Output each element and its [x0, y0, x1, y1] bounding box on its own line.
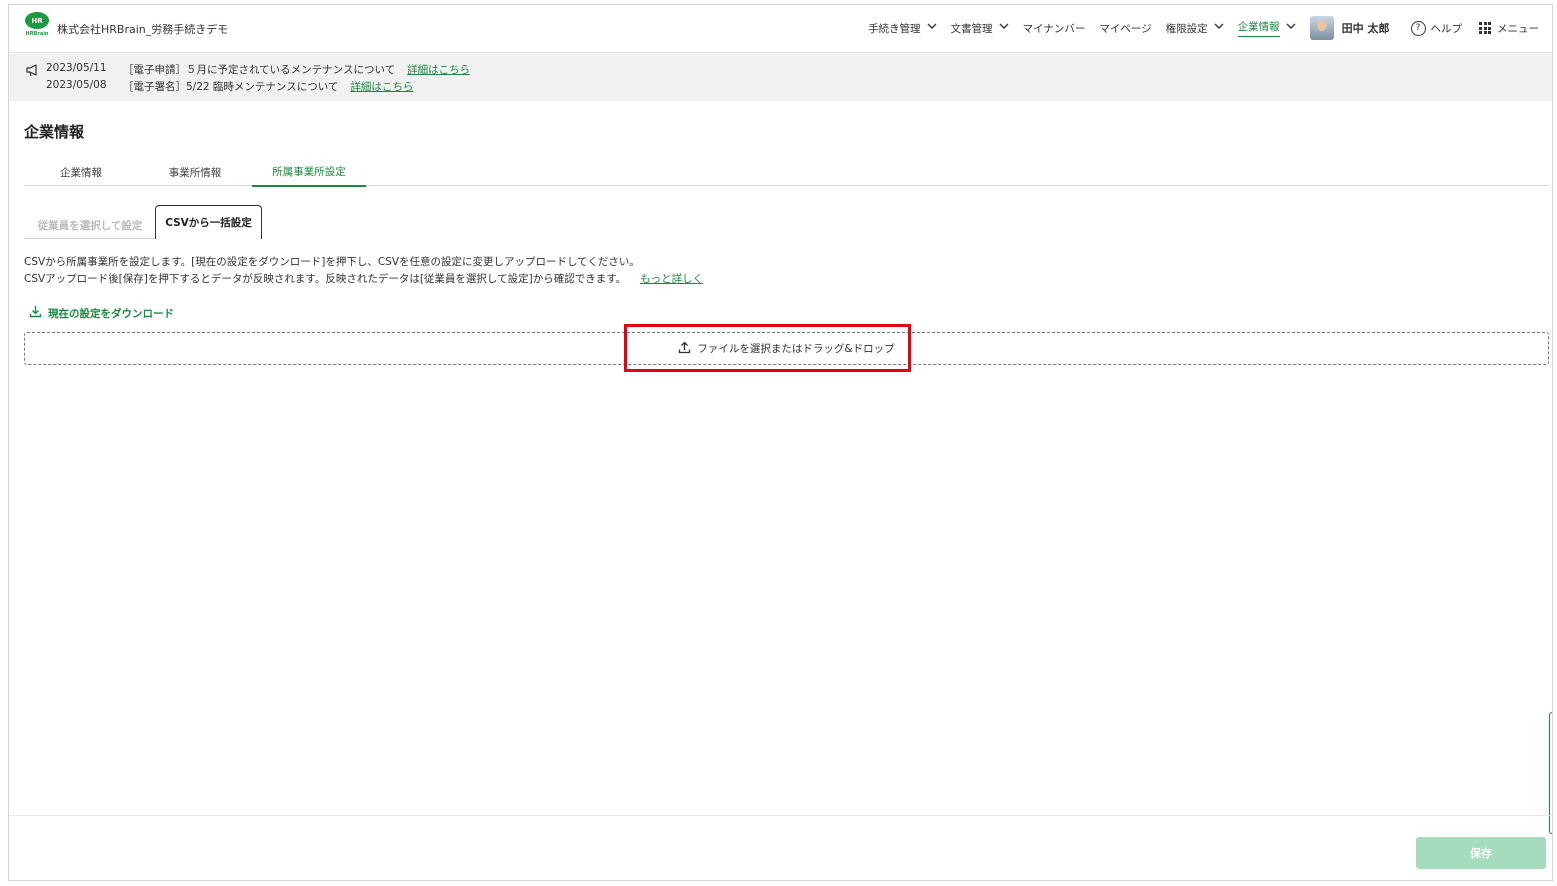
save-button[interactable]: 保存 — [1416, 837, 1546, 869]
nav-documents-label: 文書管理 — [950, 22, 993, 35]
chevron-down-icon — [999, 23, 1009, 33]
more-details-link[interactable]: もっと詳しく — [640, 273, 703, 285]
file-dropzone[interactable]: ファイルを選択またはドラッグ&ドロップ — [24, 332, 1549, 365]
subtab-select-employees[interactable]: 従業員を選択して設定 — [25, 212, 155, 239]
description-line2-text: CSVアップロード後[保存]を押下するとデータが反映されます。反映されたデータは… — [24, 273, 627, 285]
tab-company-info[interactable]: 企業情報 — [24, 158, 138, 186]
nav-company-info[interactable]: 企業情報 — [1231, 5, 1303, 51]
notice-item: 2023/05/11 ［電子申請］５月に予定されているメンテナンスについて 詳細… — [46, 62, 470, 77]
download-label: 現在の設定をダウンロード — [48, 307, 174, 320]
company-name: 株式会社HRBrain_労務手続きデモ — [57, 23, 229, 36]
logo-badge: HR — [25, 12, 49, 29]
nav-documents[interactable]: 文書管理 — [944, 5, 1016, 51]
nav-company-info-label: 企業情報 — [1237, 19, 1280, 37]
nav-mynumber[interactable]: マイナンバー — [1016, 5, 1093, 51]
megaphone-icon — [25, 63, 40, 77]
notice-message: ［電子署名］5/22 臨時メンテナンスについて — [123, 81, 339, 93]
description-line1: CSVから所属事業所を設定します。[現在の設定をダウンロード]を押下し、CSVを… — [24, 256, 640, 268]
upload-icon — [678, 341, 697, 357]
subtab-csv-bulk[interactable]: CSVから一括設定 — [155, 205, 262, 239]
hrbrain-logo[interactable]: HR HRBrain — [23, 12, 51, 42]
user-menu[interactable]: 田中 太郎 — [1303, 5, 1397, 51]
nav-mypage[interactable]: マイページ — [1092, 5, 1158, 51]
tab-office-info[interactable]: 事業所情報 — [138, 158, 252, 186]
page-tabs: 企業情報 事業所情報 所属事業所設定 — [24, 158, 1549, 187]
tab-office-assignment[interactable]: 所属事業所設定 — [252, 158, 366, 187]
notice-date: 2023/05/08 — [46, 79, 107, 91]
page-title: 企業情報 — [24, 123, 85, 141]
nav-procedures[interactable]: 手続き管理 — [861, 5, 944, 51]
notice-detail-link[interactable]: 詳細はこちら — [350, 79, 413, 94]
avatar — [1309, 16, 1334, 40]
download-icon — [29, 305, 48, 321]
chevron-down-icon — [1214, 23, 1224, 33]
user-name: 田中 太郎 — [1341, 22, 1390, 35]
help-icon: ? — [1410, 20, 1426, 36]
menu-label: メニュー — [1497, 22, 1539, 35]
app-window: HR HRBrain 株式会社HRBrain_労務手続きデモ 手続き管理 文書管… — [8, 4, 1553, 881]
global-nav: 手続き管理 文書管理 マイナンバー マイページ 権限設定 企業情報 田中 太郎 … — [861, 5, 1546, 51]
notice-bar: 2023/05/11 ［電子申請］５月に予定されているメンテナンスについて 詳細… — [9, 54, 1552, 101]
chevron-down-icon — [927, 23, 937, 33]
notice-detail-link[interactable]: 詳細はこちら — [407, 62, 470, 77]
nav-procedures-label: 手続き管理 — [868, 22, 921, 35]
download-current-settings-button[interactable]: 現在の設定をダウンロード — [29, 305, 174, 321]
footer-bar: 保存 — [9, 815, 1552, 881]
nav-mypage-label: マイページ — [1099, 22, 1152, 35]
dropzone-label: ファイルを選択またはドラッグ&ドロップ — [697, 343, 895, 355]
notice-date: 2023/05/11 — [46, 62, 107, 74]
grid-menu-icon — [1479, 22, 1491, 34]
help-link[interactable]: ? ヘルプ — [1397, 5, 1470, 51]
description-line2: CSVアップロード後[保存]を押下するとデータが反映されます。反映されたデータは… — [24, 271, 703, 286]
nav-mynumber-label: マイナンバー — [1022, 22, 1086, 35]
help-label: ヘルプ — [1430, 22, 1463, 35]
top-header: HR HRBrain 株式会社HRBrain_労務手続きデモ 手続き管理 文書管… — [9, 5, 1552, 53]
notice-message: ［電子申請］５月に予定されているメンテナンスについて — [123, 64, 396, 76]
nav-permissions-label: 権限設定 — [1165, 22, 1208, 35]
chevron-down-icon — [1286, 23, 1296, 33]
app-menu-button[interactable]: メニュー — [1469, 5, 1546, 51]
notice-item: 2023/05/08 ［電子署名］5/22 臨時メンテナンスについて 詳細はこち… — [46, 79, 413, 94]
logo-wordmark: HRBrain — [25, 31, 49, 37]
nav-permissions[interactable]: 権限設定 — [1159, 5, 1231, 51]
